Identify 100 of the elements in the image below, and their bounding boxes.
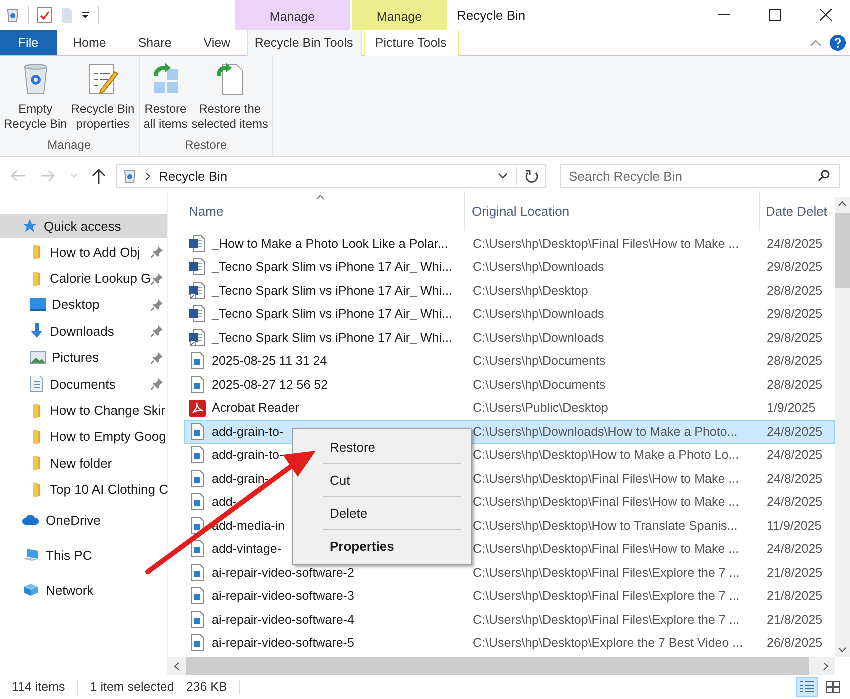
- scroll-down-icon[interactable]: [838, 647, 847, 653]
- sidebar-item[interactable]: New folder: [0, 450, 167, 477]
- grid-view-icon: [826, 681, 840, 693]
- file-name[interactable]: 2025-08-25 11 31 24: [212, 354, 328, 368]
- window-title: Recycle Bin: [457, 6, 526, 25]
- refresh-icon[interactable]: [525, 169, 539, 183]
- sidebar-item[interactable]: Downloads: [0, 318, 167, 345]
- search-icon[interactable]: [818, 170, 830, 182]
- table-cell-text: C:\Users\hp\Desktop\Final Files\Explore the 7 ...: [472, 589, 741, 604]
- sidebar-item[interactable]: Pictures: [0, 344, 167, 371]
- dropdown-icon[interactable]: [498, 173, 508, 179]
- sidebar-item[interactable]: How to Add Obj: [0, 239, 167, 266]
- details-view-icon: [800, 681, 814, 693]
- group-label: Manage: [48, 138, 92, 152]
- table-cell-text: C:\Users\hp\Downloads: [472, 307, 606, 322]
- column-header[interactable]: Date Delet: [760, 191, 833, 231]
- file-name[interactable]: 2025-08-27 12 56 52: [212, 378, 328, 392]
- file-name[interactable]: add-: [212, 495, 238, 510]
- file-name[interactable]: add-media-in: [212, 518, 285, 533]
- pin-icon[interactable]: [151, 352, 163, 364]
- table-cell-text: C:\Users\hp\Desktop\Final Files\How to Make ...: [472, 495, 740, 510]
- file-name[interactable]: ai-repair-video-software-3: [212, 589, 354, 604]
- table-cell-text: C:\Users\hp\Desktop: [472, 284, 590, 298]
- file-name[interactable]: ai-repair-video-software-5: [212, 636, 354, 650]
- table-cell-text: C:\Users\hp\Downloads: [472, 330, 606, 345]
- scroll-left-icon[interactable]: [174, 662, 180, 670]
- network-icon: [22, 582, 40, 598]
- file-name[interactable]: Acrobat Reader: [212, 401, 300, 416]
- pin-icon[interactable]: [151, 298, 163, 311]
- scroll-right-icon[interactable]: [823, 662, 829, 670]
- collapse-ribbon-icon[interactable]: [810, 38, 822, 46]
- ribbon-tab[interactable]: Recycle Bin Tools: [246, 30, 362, 56]
- sidebar-item[interactable]: Quick access: [0, 214, 167, 238]
- table-cell-text: 28/8/2025: [766, 378, 824, 392]
- column-header[interactable]: Original Location: [465, 191, 760, 231]
- close-icon[interactable]: [820, 9, 832, 21]
- scrollbar-thumb[interactable]: [835, 213, 850, 288]
- search-field[interactable]: Search Recycle Bin: [560, 164, 840, 188]
- file-name[interactable]: _Tecno Spark Slim vs iPhone 17 Air_ Whi...: [212, 260, 452, 274]
- up-icon[interactable]: [92, 168, 106, 184]
- scroll-up-icon[interactable]: [838, 201, 847, 207]
- ribbon-button[interactable]: Empty Recycle Bin: [2, 62, 70, 138]
- document-icon: [189, 282, 206, 300]
- pin-icon[interactable]: [151, 378, 163, 390]
- dropdown-icon[interactable]: [81, 11, 90, 19]
- pin-icon[interactable]: [151, 272, 163, 285]
- document-pencil-icon: [87, 62, 120, 96]
- menu-item[interactable]: Cut: [293, 466, 471, 494]
- table-cell-text: C:\Users\hp\Documents: [472, 378, 607, 392]
- recycle-bin-icon[interactable]: [6, 7, 20, 23]
- pin-icon[interactable]: [151, 246, 163, 258]
- table-cell-text: 24/8/2025: [766, 495, 824, 510]
- ribbon-button[interactable]: Recycle Bin properties: [69, 62, 137, 138]
- file-name[interactable]: add-grain-to-: [212, 424, 284, 439]
- table-cell-text: C:\Users\hp\Documents: [472, 354, 607, 368]
- file-name[interactable]: _How to Make a Photo Look Like a Polar...: [212, 236, 448, 251]
- file-name[interactable]: _Tecno Spark Slim vs iPhone 17 Air_ Whi...: [212, 307, 452, 322]
- table-cell-text: 28/8/2025: [766, 284, 824, 298]
- maximize-icon[interactable]: [769, 9, 781, 21]
- ribbon-tab[interactable]: Picture Tools: [364, 30, 459, 56]
- vertical-scrollbar[interactable]: [835, 197, 850, 657]
- table-cell-text: C:\Users\hp\Desktop\Final Files\How to Make ...: [472, 542, 740, 556]
- sidebar-item[interactable]: Calorie Lookup G: [0, 265, 167, 292]
- sidebar-item[interactable]: This PC: [0, 538, 167, 573]
- menu-item[interactable]: Delete: [293, 499, 471, 527]
- sidebar-item[interactable]: How to Change Skir: [0, 397, 167, 424]
- recycle-bin-icon: [123, 168, 137, 184]
- table-cell-text: 24/8/2025: [766, 542, 824, 556]
- file-name[interactable]: add-grain-to-: [212, 448, 284, 462]
- chevron-icon[interactable]: [145, 172, 151, 180]
- column-header[interactable]: Name: [168, 191, 465, 231]
- file-name[interactable]: ai-repair-video-software-2: [212, 566, 354, 580]
- ribbon-button[interactable]: Restore the selected items: [190, 62, 270, 138]
- pin-icon[interactable]: [151, 325, 163, 338]
- file-name[interactable]: _Tecno Spark Slim vs iPhone 17 Air_ Whi...: [212, 330, 452, 345]
- ribbon-button[interactable]: Restore all items: [142, 62, 190, 138]
- sidebar-item[interactable]: Documents: [0, 370, 167, 398]
- file-name[interactable]: add-grain-: [212, 472, 269, 486]
- file-tab[interactable]: File: [0, 30, 57, 55]
- menu-item[interactable]: Properties: [293, 532, 471, 560]
- sidebar-item[interactable]: Top 10 AI Clothing C: [0, 476, 167, 503]
- file-name[interactable]: ai-repair-video-software-4: [212, 612, 354, 627]
- view-button[interactable]: [796, 677, 818, 697]
- sidebar-item[interactable]: How to Empty Goog: [0, 424, 167, 450]
- image-file-icon: [189, 470, 206, 488]
- file-name[interactable]: add-vintage-: [212, 542, 282, 556]
- address-bar[interactable]: Recycle Bin: [116, 164, 546, 188]
- sidebar-item[interactable]: Desktop: [0, 292, 167, 318]
- image-file-icon: [189, 446, 206, 464]
- help-icon[interactable]: [830, 34, 846, 50]
- sidebar-item[interactable]: OneDrive: [0, 502, 167, 538]
- sidebar-item[interactable]: Network: [0, 572, 167, 608]
- file-name[interactable]: _Tecno Spark Slim vs iPhone 17 Air_ Whi...: [212, 284, 452, 298]
- item-count: 114 items: [12, 680, 66, 694]
- table-cell-text: 21/8/2025: [766, 589, 824, 604]
- selection-size: 236 KB: [186, 680, 228, 694]
- cloud-icon: [22, 514, 40, 526]
- document-icon: [189, 234, 206, 253]
- document-icon: [189, 328, 206, 347]
- breadcrumb[interactable]: Recycle Bin: [159, 168, 228, 184]
